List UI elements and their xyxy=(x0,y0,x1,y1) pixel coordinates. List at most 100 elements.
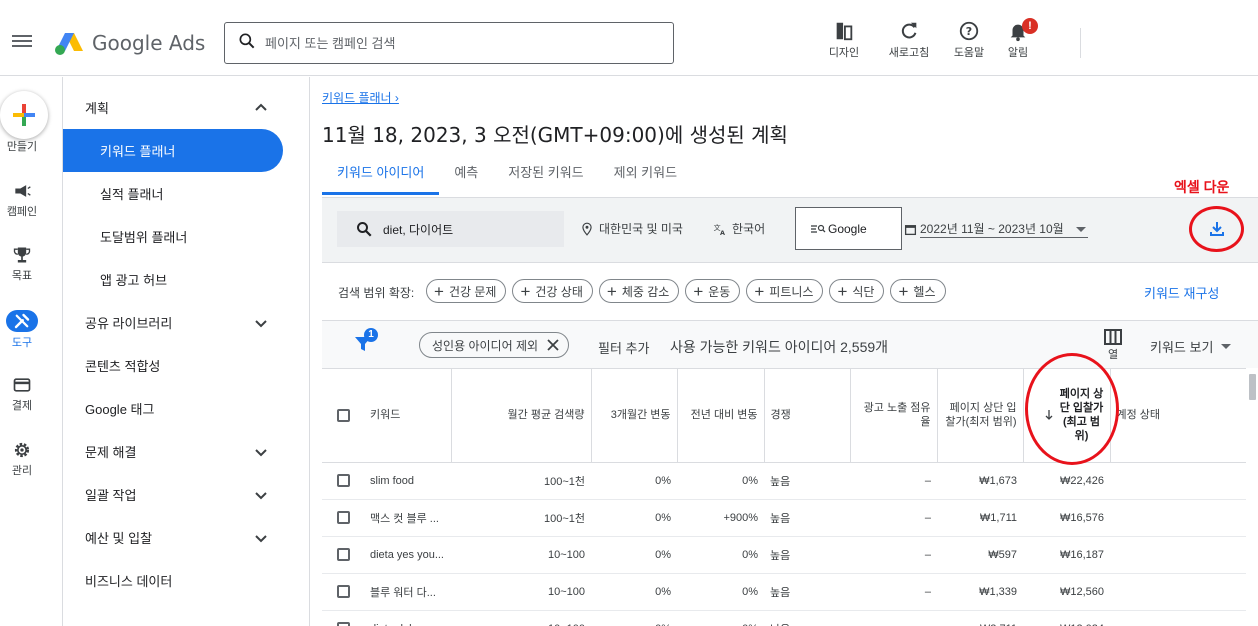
search-input[interactable] xyxy=(265,35,673,51)
cell-keyword: dieta del se... xyxy=(364,610,451,626)
cell-impression-share: – xyxy=(850,536,937,574)
cell-competition: 높음 xyxy=(764,462,850,500)
broaden-chip[interactable]: + 건강 문제 xyxy=(426,279,507,303)
refresh-button[interactable]: 새로고침 xyxy=(879,20,939,60)
broaden-chip-label: 식단 xyxy=(852,284,875,299)
col-header-keyword[interactable]: 키워드 xyxy=(364,369,452,463)
col-header-competition[interactable]: 경쟁 xyxy=(764,369,851,463)
cell-three-month: 0% xyxy=(591,462,677,500)
location-text: 대한민국 및 미국 xyxy=(599,222,683,236)
tab-negative-keywords[interactable]: 제외 키워드 xyxy=(599,163,692,195)
broaden-chip-label: 건강 문제 xyxy=(448,284,497,299)
nav-business-data[interactable]: 비즈니스 데이터 xyxy=(63,559,283,602)
keyword-query-input[interactable]: diet, 다이어트 xyxy=(337,211,564,247)
caret-down-icon xyxy=(1075,226,1086,232)
cell-volume: 10~100 xyxy=(451,573,591,611)
col-header-bid-high-label: 페이지 상단 입찰가 (최고 범위) xyxy=(1059,388,1104,443)
rail-item-campaigns[interactable]: 캠페인 xyxy=(0,181,44,219)
nav-shared-library[interactable]: 공유 라이브러리 xyxy=(63,301,283,344)
broaden-chip[interactable]: + 헬스 xyxy=(890,279,946,303)
nav-keyword-planner[interactable]: 키워드 플래너 xyxy=(63,129,283,172)
nav-performance-planner[interactable]: 실적 플래너 xyxy=(63,172,283,215)
nav-bulk-actions[interactable]: 일괄 작업 xyxy=(63,473,283,516)
network-selector[interactable]: Google xyxy=(795,207,902,250)
row-checkbox[interactable] xyxy=(336,548,350,561)
table-scrollbar[interactable] xyxy=(1249,374,1256,400)
create-button[interactable] xyxy=(0,91,48,139)
language-selector[interactable]: 文A 한국어 xyxy=(713,220,766,237)
broaden-chip-label: 체중 감소 xyxy=(621,284,670,299)
col-header-bid-high[interactable]: 페이지 상단 입찰가 (최고 범위) xyxy=(1023,369,1111,463)
chevron-down-icon xyxy=(255,319,267,327)
download-button[interactable] xyxy=(1207,219,1227,239)
top-bar: Google Ads 디자인 새로고침 ? 도움말 알림 ! xyxy=(0,10,1258,76)
broaden-chip-label: 헬스 xyxy=(913,284,936,299)
col-header-impression-share[interactable]: 광고 노출 점유율 xyxy=(850,369,938,463)
col-header-volume[interactable]: 월간 평균 검색량 xyxy=(451,369,592,463)
location-selector[interactable]: 대한민국 및 미국 xyxy=(580,220,683,237)
table-row: dieta del se... 10~100 0% 0% 낮음 – ₩2,711… xyxy=(322,610,1246,626)
broaden-chip[interactable]: + 식단 xyxy=(829,279,885,303)
col-header-bid-low[interactable]: 페이지 상단 입찰가(최저 범위) xyxy=(937,369,1024,463)
nav-reach-planner[interactable]: 도달범위 플래너 xyxy=(63,215,283,258)
tab-forecast[interactable]: 예측 xyxy=(439,163,493,195)
rail-tools-label: 도구 xyxy=(11,337,33,349)
row-checkbox[interactable] xyxy=(336,474,350,487)
col-header-account-status[interactable]: 계정 상태 xyxy=(1110,369,1246,463)
nav-budgets-bids[interactable]: 예산 및 입찰 xyxy=(63,516,283,559)
col-header-three-month[interactable]: 3개월간 변동 xyxy=(591,369,678,463)
select-all-checkbox[interactable] xyxy=(336,408,350,422)
columns-button[interactable]: 열 xyxy=(1104,329,1122,362)
nav-troubleshooting[interactable]: 문제 해결 xyxy=(63,430,283,473)
rail-item-goals[interactable]: 목표 xyxy=(0,245,44,283)
keyword-view-selector[interactable]: 키워드 보기 xyxy=(1150,337,1232,356)
row-checkbox[interactable] xyxy=(336,585,350,598)
row-checkbox[interactable] xyxy=(336,511,350,524)
close-icon[interactable] xyxy=(546,338,560,352)
google-ads-logo[interactable]: Google Ads xyxy=(54,28,205,58)
table-row: dieta yes you... 10~100 0% 0% 높음 – ₩597 … xyxy=(322,536,1246,574)
broaden-chip[interactable]: + 운동 xyxy=(685,279,741,303)
broaden-chip[interactable]: + 피트니스 xyxy=(746,279,824,303)
row-checkbox[interactable] xyxy=(336,622,350,626)
cell-bid-low: ₩1,339 xyxy=(937,573,1023,611)
nav-content-suitability[interactable]: 콘텐츠 적합성 xyxy=(63,344,283,387)
refine-keywords-link[interactable]: 키워드 재구성 xyxy=(1144,283,1219,302)
date-range-selector[interactable]: 2022년 11월 ~ 2023년 10월 xyxy=(904,220,1088,238)
cell-bid-high: ₩16,187 xyxy=(1023,536,1110,574)
col-header-yoy[interactable]: 전년 대비 변동 xyxy=(677,369,765,463)
broaden-chip[interactable]: + 체중 감소 xyxy=(598,279,680,303)
adult-filter-chip[interactable]: 성인용 아이디어 제외 xyxy=(419,332,570,358)
download-icon xyxy=(1210,222,1224,236)
rail-item-billing[interactable]: 결제 xyxy=(0,375,44,413)
appearance-button[interactable]: 디자인 xyxy=(814,20,874,60)
nav-planning[interactable]: 계획 xyxy=(63,86,283,129)
cell-keyword: dieta yes you... xyxy=(364,536,451,574)
cell-yoy: 0% xyxy=(677,536,764,574)
rail-create-label-wrap[interactable]: 만들기 xyxy=(0,138,44,154)
language-text: 한국어 xyxy=(732,222,766,236)
cell-three-month: 0% xyxy=(591,536,677,574)
cell-bid-high: ₩12,024 xyxy=(1023,610,1110,626)
rail-item-tools[interactable]: 도구 xyxy=(0,310,44,350)
plus-icon: + xyxy=(837,281,848,301)
account-divider xyxy=(1080,28,1081,58)
page-search[interactable] xyxy=(224,22,674,64)
cell-impression-share: – xyxy=(850,610,937,626)
tab-keyword-ideas[interactable]: 키워드 아이디어 xyxy=(322,163,440,195)
nav-app-ads-hub[interactable]: 앱 광고 허브 xyxy=(63,258,283,301)
rail-goals-label: 목표 xyxy=(11,270,33,282)
cell-yoy: 0% xyxy=(677,573,764,611)
breadcrumb[interactable]: 키워드 플래너 › xyxy=(322,89,399,106)
menu-icon[interactable] xyxy=(10,32,34,52)
rail-item-admin[interactable]: 관리 xyxy=(0,440,44,478)
broaden-chip[interactable]: + 건강 상태 xyxy=(512,279,593,303)
notifications-button[interactable]: 알림 ! xyxy=(988,18,1048,60)
filter-bar: 1 성인용 아이디어 제외 필터 추가 사용 가능한 키워드 아이디어 2,55… xyxy=(322,320,1258,368)
card-icon xyxy=(13,378,31,392)
left-rail: 만들기 캠페인 목표 도구 결제 관리 xyxy=(0,77,48,626)
add-filter-button[interactable]: 필터 추가 xyxy=(598,338,649,357)
tab-saved-keywords[interactable]: 저장된 키워드 xyxy=(493,163,598,195)
nav-google-tag[interactable]: Google 태그 xyxy=(63,387,283,430)
broaden-chip-label: 운동 xyxy=(708,284,731,299)
